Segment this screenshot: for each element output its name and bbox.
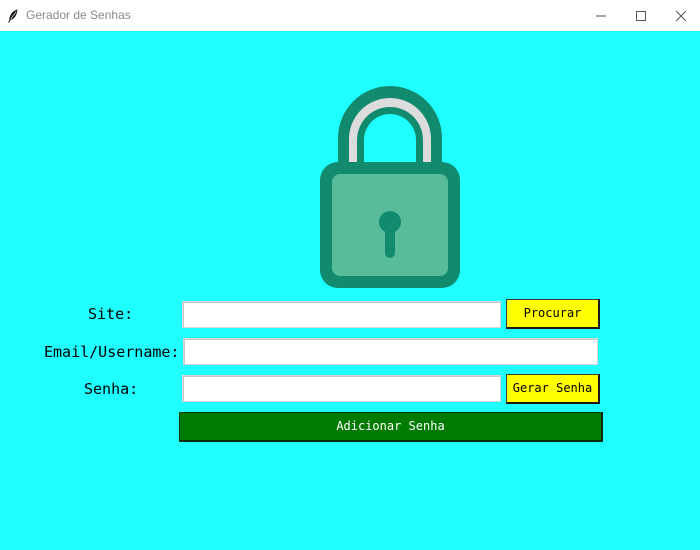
password-input[interactable]	[182, 375, 501, 402]
minimize-button[interactable]	[581, 0, 621, 31]
site-label: Site:	[88, 305, 134, 323]
search-button[interactable]: Procurar	[506, 299, 600, 329]
add-password-button[interactable]: Adicionar Senha	[179, 412, 603, 442]
padlock-icon	[320, 86, 460, 288]
minimize-icon	[596, 15, 606, 17]
close-icon	[675, 10, 687, 22]
maximize-icon	[636, 11, 646, 21]
app-window: Gerador de Senhas Site: Procurar Email/U…	[0, 0, 700, 550]
title-bar: Gerador de Senhas	[0, 0, 700, 31]
password-label: Senha:	[84, 380, 139, 398]
feather-icon	[7, 8, 19, 23]
site-input[interactable]	[182, 301, 501, 328]
window-title: Gerador de Senhas	[26, 8, 131, 22]
maximize-button[interactable]	[621, 0, 661, 31]
email-input[interactable]	[183, 338, 598, 365]
email-label: Email/Username:	[44, 343, 180, 361]
generate-password-button[interactable]: Gerar Senha	[506, 374, 600, 404]
close-button[interactable]	[661, 0, 700, 31]
